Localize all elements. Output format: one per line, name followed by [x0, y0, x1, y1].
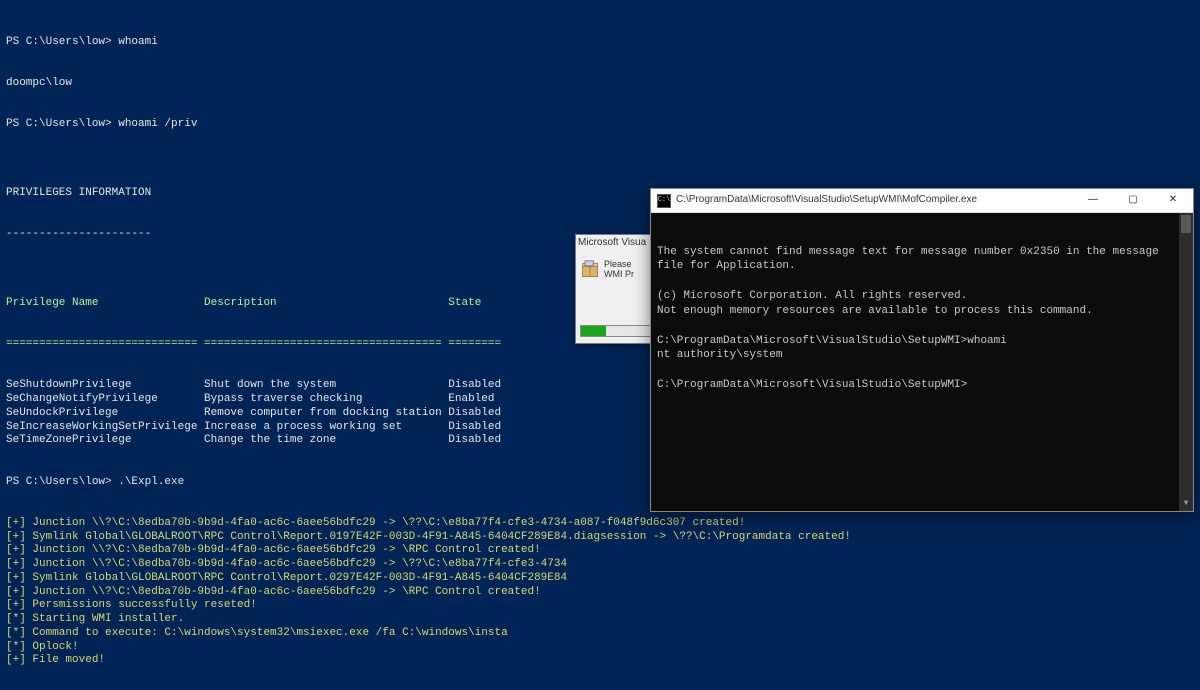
cmd-output-line — [657, 274, 1187, 289]
exploit-line: [+] Junction \\?\C:\8edba70b-9b9d-4fa0-a… — [6, 544, 1194, 558]
cmd-output-line: nt authority\system — [657, 348, 1187, 363]
ps-cmd-3: .\Expl.exe — [118, 476, 184, 488]
exploit-line: [+] Symlink Global\GLOBALROOT\RPC Contro… — [6, 572, 1194, 586]
cmd-output-line: C:\ProgramData\Microsoft\VisualStudio\Se… — [657, 378, 1187, 393]
cmd-output-line: Not enough memory resources are availabl… — [657, 304, 1187, 319]
popup-text: Please WMI Pr — [604, 260, 634, 280]
exploit-line: [+] Junction \\?\C:\8edba70b-9b9d-4fa0-a… — [6, 558, 1194, 572]
progress-bar — [580, 325, 654, 337]
exploit-line: [+] File moved! — [6, 654, 1194, 668]
close-button[interactable]: ✕ — [1153, 189, 1193, 213]
exploit-line: [*] Command to execute: C:\windows\syste… — [6, 627, 1194, 641]
cmd-output-line: The system cannot find message text for … — [657, 245, 1187, 275]
window-controls: — ▢ ✕ — [1073, 189, 1193, 213]
ps-cmd-2: whoami /priv — [118, 118, 197, 130]
ps-cmd-1: whoami — [118, 36, 158, 48]
cmd-output-line — [657, 363, 1187, 378]
exploit-line: [+] Symlink Global\GLOBALROOT\RPC Contro… — [6, 531, 1194, 545]
installer-box-icon — [580, 260, 600, 280]
minimize-button[interactable]: — — [1073, 189, 1113, 213]
ps-output-whoami: doompc\low — [6, 77, 1194, 91]
cmd-titlebar[interactable]: C:\ C:\ProgramData\Microsoft\VisualStudi… — [651, 189, 1193, 213]
ps-prompt-2: PS C:\Users\low> — [6, 118, 118, 130]
maximize-button[interactable]: ▢ — [1113, 189, 1153, 213]
progress-bar-fill — [581, 326, 606, 336]
installer-popup: Microsoft Visua Please WMI Pr — [575, 234, 659, 344]
exploit-line: [*] Oplock! — [6, 641, 1194, 655]
exploit-line: [+] Junction \\?\C:\8edba70b-9b9d-4fa0-a… — [6, 517, 1194, 531]
cmd-window[interactable]: C:\ C:\ProgramData\Microsoft\VisualStudi… — [650, 188, 1194, 512]
ps-prompt-3: PS C:\Users\low> — [6, 476, 118, 488]
scroll-down-icon[interactable]: ▼ — [1179, 497, 1193, 511]
exploit-line: [+] Persmissions successfully reseted! — [6, 599, 1194, 613]
cmd-output-line: C:\ProgramData\Microsoft\VisualStudio\Se… — [657, 334, 1187, 349]
cmd-scrollbar[interactable]: ▲ ▼ — [1179, 213, 1193, 511]
ps-prompt-1: PS C:\Users\low> — [6, 36, 118, 48]
exploit-line: [+] Junction \\?\C:\8edba70b-9b9d-4fa0-a… — [6, 586, 1194, 600]
cmd-icon: C:\ — [657, 194, 671, 208]
cmd-title-text: C:\ProgramData\Microsoft\VisualStudio\Se… — [676, 194, 1073, 207]
exploit-line: [*] Starting WMI installer. — [6, 613, 1194, 627]
cmd-body[interactable]: The system cannot find message text for … — [651, 213, 1193, 511]
cmd-output-line: (c) Microsoft Corporation. All rights re… — [657, 289, 1187, 304]
exploit-output: [+] Junction \\?\C:\8edba70b-9b9d-4fa0-a… — [6, 517, 1194, 668]
popup-title: Microsoft Visua — [578, 237, 646, 250]
scroll-thumb[interactable] — [1181, 215, 1191, 233]
cmd-output-line — [657, 319, 1187, 334]
